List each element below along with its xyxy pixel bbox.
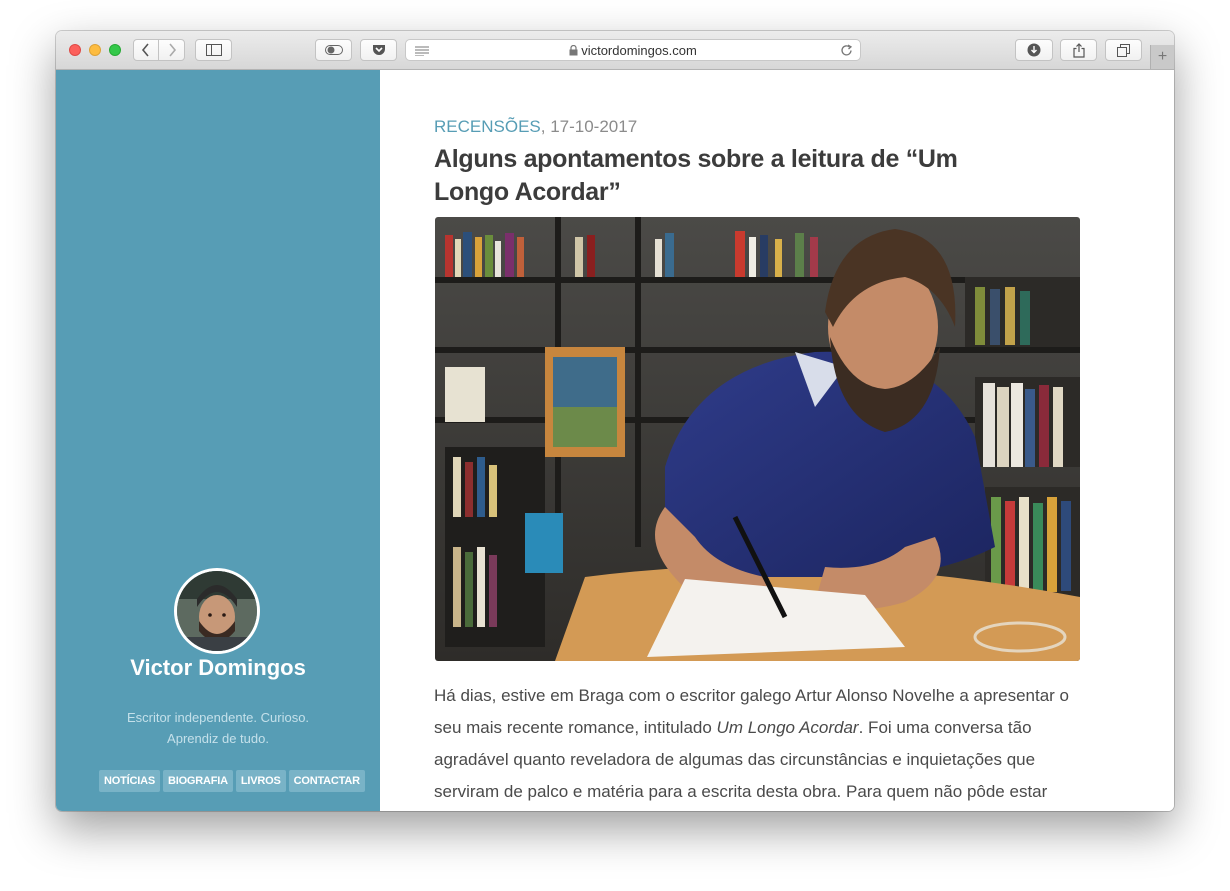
- minimize-window-button[interactable]: [89, 44, 101, 56]
- close-window-button[interactable]: [69, 44, 81, 56]
- lock-icon: [569, 44, 578, 56]
- post-photo: [435, 217, 1080, 661]
- pocket-button[interactable]: [360, 39, 397, 61]
- site-name[interactable]: Victor Domingos: [56, 655, 380, 681]
- site-nav: NOTÍCIAS BIOGRAFIA LIVROS CONTACTAR: [99, 770, 365, 792]
- zoom-window-button[interactable]: [109, 44, 121, 56]
- nav-item-noticias[interactable]: NOTÍCIAS: [99, 770, 160, 792]
- share-button[interactable]: [1060, 39, 1097, 61]
- browser-window: victordomingos.com + Victor Domingos Esc…: [56, 31, 1174, 811]
- sidebar-toggle-button[interactable]: [195, 39, 232, 61]
- sidebar-icon: [205, 44, 222, 56]
- forward-button[interactable]: [158, 39, 185, 61]
- site-sidebar: Victor Domingos Escritor independente. C…: [56, 70, 380, 811]
- author-avatar[interactable]: [174, 568, 260, 654]
- toggle-icon: [324, 45, 343, 55]
- nav-item-biografia[interactable]: BIOGRAFIA: [162, 770, 233, 792]
- article: RECENSÕES, 17-10-2017 Alguns apontamento…: [380, 70, 1174, 811]
- tagline-line-2: Aprendiz de tudo.: [167, 731, 269, 746]
- address-bar[interactable]: victordomingos.com: [405, 39, 861, 61]
- post-body: Há dias, estive em Braga com o escritor …: [434, 680, 1094, 808]
- nav-item-contactar[interactable]: CONTACTAR: [288, 770, 365, 792]
- post-meta: RECENSÕES, 17-10-2017: [434, 117, 637, 137]
- tabs-overview-button[interactable]: [1105, 39, 1142, 61]
- pocket-icon: [372, 45, 385, 55]
- share-icon: [1072, 42, 1085, 58]
- site-tagline: Escritor independente. Curioso. Aprendiz…: [108, 707, 328, 749]
- page-content: Victor Domingos Escritor independente. C…: [56, 70, 1174, 811]
- download-icon: [1027, 43, 1041, 57]
- post-category-link[interactable]: RECENSÕES: [434, 117, 541, 136]
- bookstore-photo-image: [435, 217, 1080, 661]
- new-tab-button[interactable]: +: [1150, 45, 1174, 69]
- post-paragraph: Há dias, estive em Braga com o escritor …: [434, 680, 1094, 808]
- nav-item-livros[interactable]: LIVROS: [235, 770, 286, 792]
- back-button[interactable]: [133, 39, 159, 61]
- chevron-left-icon: [141, 43, 149, 57]
- avatar-image: [177, 571, 257, 651]
- downloads-button[interactable]: [1015, 39, 1053, 61]
- tabs-icon: [1117, 43, 1130, 57]
- chevron-right-icon: [168, 43, 176, 57]
- post-date: , 17-10-2017: [540, 117, 638, 136]
- post-title[interactable]: Alguns apontamentos sobre a leitura de “…: [434, 143, 994, 209]
- reload-icon[interactable]: [840, 44, 853, 57]
- url-text: victordomingos.com: [581, 43, 697, 58]
- plus-icon: +: [1157, 48, 1168, 65]
- tagline-line-1: Escritor independente. Curioso.: [126, 710, 310, 725]
- reader-toggle-button[interactable]: [315, 39, 352, 61]
- book-title: Um Longo Acordar: [716, 718, 859, 737]
- browser-toolbar: victordomingos.com +: [56, 31, 1174, 70]
- url-display: victordomingos.com: [406, 43, 860, 58]
